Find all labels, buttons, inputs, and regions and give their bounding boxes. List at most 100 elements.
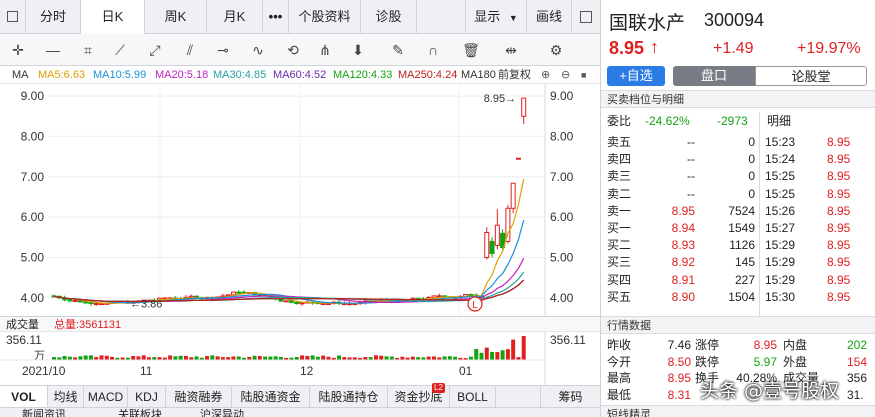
trend-line-icon[interactable]: ⤢	[140, 34, 170, 66]
volume-bar	[447, 356, 452, 360]
weibi-row: 委比 -24.62% -2973 明细	[601, 113, 875, 130]
volume-bar	[215, 356, 220, 360]
tab-kdj[interactable]: KDJ	[128, 386, 166, 408]
segment-icon[interactable]: ⊸	[208, 34, 238, 66]
trade-time: 15:26	[765, 203, 796, 218]
trash-icon[interactable]: 🗑	[456, 34, 486, 66]
pitchfork-icon[interactable]: ⋔	[310, 34, 340, 66]
display-dropdown[interactable]: 显示 ▼	[465, 0, 527, 34]
level-price: --	[687, 152, 695, 167]
tab-daily-k[interactable]: 日K	[81, 0, 145, 34]
y-tick-label-right: 9.00	[550, 89, 574, 103]
fan-lines-icon[interactable]: ⟋	[105, 34, 135, 66]
candle-body	[230, 291, 236, 296]
magnet-icon[interactable]: ∩	[418, 34, 448, 66]
collapse-icon[interactable]: ■	[581, 66, 586, 84]
candle-body	[468, 293, 474, 296]
md-value: 8.31	[667, 387, 691, 402]
more-tabs-button[interactable]: •••	[263, 0, 289, 34]
wave-icon[interactable]: ∿	[243, 34, 273, 66]
layout-toggle[interactable]	[0, 0, 26, 34]
y-tick-label-left: 6.00	[21, 210, 45, 224]
market-data-title: 行情数据	[601, 316, 875, 334]
tab-margin[interactable]: 融资融券	[166, 386, 232, 408]
md-value: 8.95	[753, 338, 777, 352]
zoom-in-icon[interactable]: ⊕	[541, 66, 550, 84]
draw-line-button[interactable]: 画线	[527, 0, 572, 34]
volume-bar	[500, 350, 505, 360]
adjust-mode-label[interactable]: 前复权	[498, 66, 531, 84]
md-label: 最高	[607, 371, 632, 385]
volume-bar	[194, 356, 199, 360]
volume-bar	[263, 356, 268, 360]
level-price: --	[687, 135, 695, 149]
tab-chips[interactable]: 筹码	[540, 386, 600, 408]
up-arrow-icon: ↑	[650, 37, 659, 57]
crosshair-icon[interactable]: ✛	[3, 34, 33, 66]
md-label: 今开	[607, 354, 632, 369]
period-tabbar: 分时 日K 周K 月K ••• 个股资料 诊股 显示 ▼ 画线	[0, 0, 600, 34]
stock-name: 国联水产	[609, 13, 686, 34]
md-value: 8.95	[667, 371, 691, 385]
gear-icon[interactable]: ⚙	[541, 34, 571, 66]
tab-ma[interactable]: 均线	[48, 386, 84, 408]
split-view-icon[interactable]: ⇹	[496, 34, 526, 66]
volume-title: 成交量	[6, 319, 39, 331]
tab-forum[interactable]: 论股堂	[755, 66, 867, 86]
md-value: 5.97	[753, 354, 777, 369]
candle-body	[484, 232, 490, 259]
level-volume: 0	[748, 169, 755, 184]
trade-price: 8.95	[827, 186, 851, 201]
md-value: 356	[847, 371, 868, 385]
md-value: 154	[847, 354, 868, 369]
tab-weekly-k[interactable]: 周K	[145, 0, 207, 34]
tab-vol[interactable]: VOL	[0, 386, 48, 408]
ask-row: 卖四 -- 0 15:24 8.95	[601, 151, 875, 168]
price-change: +1.49	[713, 40, 754, 57]
volume-bar	[305, 355, 310, 360]
x-tick-label: 12	[300, 364, 314, 378]
weibi-label: 委比	[607, 114, 632, 128]
tab-market-moves[interactable]: 沪深异动	[200, 406, 244, 417]
tab-stock-profile[interactable]: 个股资料	[289, 0, 361, 34]
stock-code: 300094	[704, 10, 765, 30]
zoom-out-icon[interactable]: ⊖	[561, 66, 570, 84]
arrow-down-icon[interactable]: ⬇	[343, 34, 373, 66]
crop-icon[interactable]: ⌗	[73, 34, 103, 66]
ma60-value: MA60:4.52	[273, 69, 327, 81]
ma10-value: MA10:5.99	[93, 69, 147, 81]
tab-monthly-k[interactable]: 月K	[207, 0, 263, 34]
level-price: 8.93	[671, 238, 695, 253]
tab-order-book[interactable]: 盘口	[673, 66, 755, 86]
candlestick-chart[interactable]: 9.00 9.00 8.00 8.00 7.00 7.00 6.00 6.00 5.00 5.00…	[0, 84, 600, 316]
eraser-icon[interactable]: ✎	[383, 34, 413, 66]
drawing-toolbar: ✛ — ⌗ ⟋ ⤢ ⫽ ⊸ ∿ ⟲ ⋔ ⬇ ✎ ∩ 🗑 ⇹ ⚙	[0, 34, 600, 66]
y-tick-label-right: 6.00	[550, 210, 574, 224]
level-label: 买二	[607, 238, 632, 253]
tab-macd[interactable]: MACD	[84, 386, 128, 408]
level-label: 买三	[607, 255, 632, 270]
x-tick-label: 11	[140, 364, 153, 378]
parallel-channel-icon[interactable]: ⫽	[175, 34, 205, 66]
bid-row: 买五 8.90 1504 15:30 8.95	[601, 289, 875, 306]
tab-hk-flow[interactable]: 陆股通资金	[232, 386, 310, 408]
volume-chart[interactable]: 356.11 356.11万2021/10 11 12 01	[0, 332, 600, 385]
tab-diagnose[interactable]: 诊股	[361, 0, 417, 34]
tab-news[interactable]: 新闻资讯	[22, 406, 66, 417]
add-watchlist-button[interactable]: +自选	[607, 66, 665, 86]
candle-body	[521, 97, 527, 117]
tab-hk-holding[interactable]: 陆股通持仓	[310, 386, 388, 408]
price-change-pct: +19.97%	[797, 40, 861, 57]
tab-intraday[interactable]: 分时	[26, 0, 81, 34]
candle-body	[289, 300, 294, 303]
volume-bar	[300, 355, 305, 360]
md-label: 涨停	[695, 338, 720, 352]
cycle-icon[interactable]: ⟲	[278, 34, 308, 66]
draw-toggle[interactable]	[572, 0, 600, 34]
md-value: 8.50	[667, 354, 691, 369]
horizontal-line-icon[interactable]: —	[38, 34, 68, 66]
tab-boll[interactable]: BOLL	[450, 386, 496, 408]
level-label: 卖一	[607, 203, 632, 218]
tab-related-sector[interactable]: 关联板块	[118, 406, 162, 417]
candle-body	[510, 182, 516, 209]
